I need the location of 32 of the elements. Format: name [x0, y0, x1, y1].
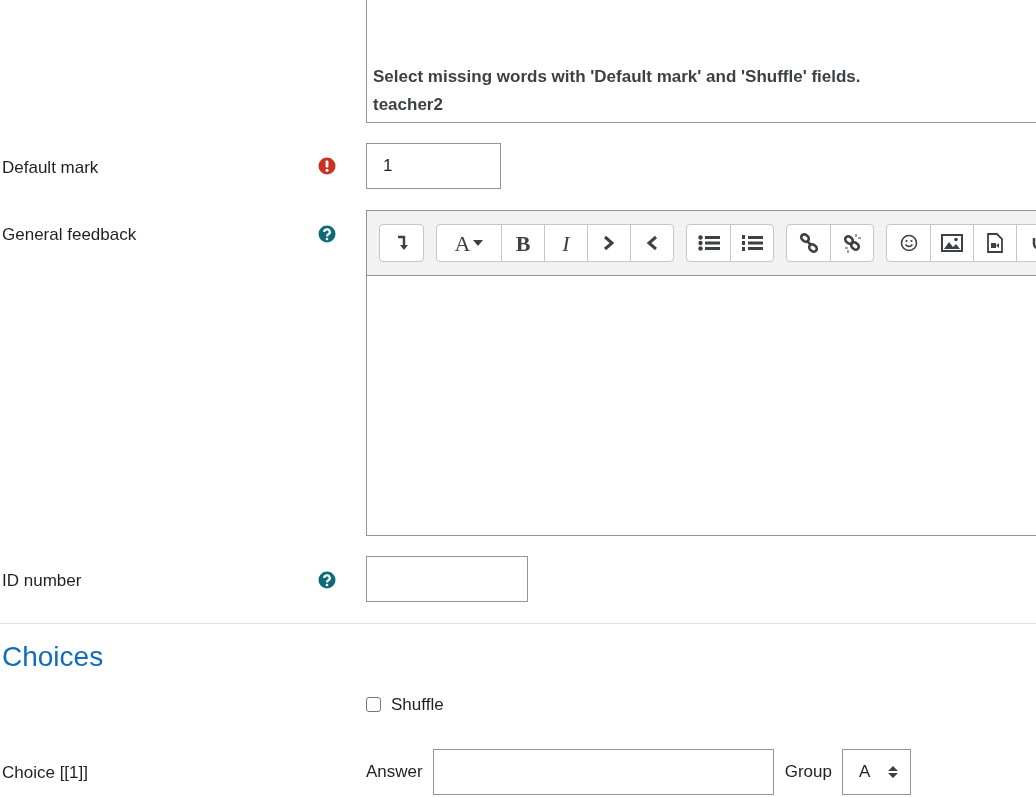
default-mark-field[interactable]: 1 — [366, 143, 501, 189]
shuffle-checkbox[interactable] — [366, 697, 381, 713]
section-heading: Choices — [2, 640, 104, 674]
image-icon — [941, 234, 963, 252]
description-text: Select missing words with 'Default mark' and 'Shuffle' fields. — [373, 66, 862, 88]
answer-label: Answer — [366, 761, 423, 784]
group-label: Group — [784, 761, 832, 784]
bullet-list-icon — [697, 235, 720, 251]
numbered-list-icon — [741, 234, 763, 252]
field-label: Choice [[1]] — [2, 762, 88, 784]
link-icon — [798, 233, 819, 253]
toolbar-button[interactable]: I — [544, 225, 587, 261]
field-label: General feedback — [2, 224, 137, 246]
field-label: Default mark — [2, 157, 99, 179]
sort-arrows-icon — [887, 765, 898, 779]
chevron-left-icon — [646, 235, 658, 251]
arrow-down-icon — [395, 235, 408, 251]
toolbar-button[interactable]: B — [501, 225, 544, 261]
smiley-icon — [899, 234, 918, 252]
toolbar-button[interactable]: A — [437, 225, 501, 261]
video-file-icon — [987, 233, 1003, 253]
shuffle-label[interactable]: Shuffle — [391, 692, 444, 718]
chevron-right-icon — [603, 235, 615, 251]
field-label: ID number — [2, 570, 82, 592]
description-box[interactable]: Select missing words with 'Default mark' and 'Shuffle' fields. teacher2 — [366, 0, 1036, 123]
unlink-icon — [842, 233, 862, 253]
description-text: teacher2 — [373, 94, 444, 116]
help-icon[interactable] — [318, 571, 336, 589]
group-select[interactable]: A — [841, 749, 911, 795]
answer-field[interactable] — [432, 749, 774, 795]
id-number-field[interactable] — [366, 556, 528, 602]
help-icon[interactable] — [318, 225, 336, 243]
